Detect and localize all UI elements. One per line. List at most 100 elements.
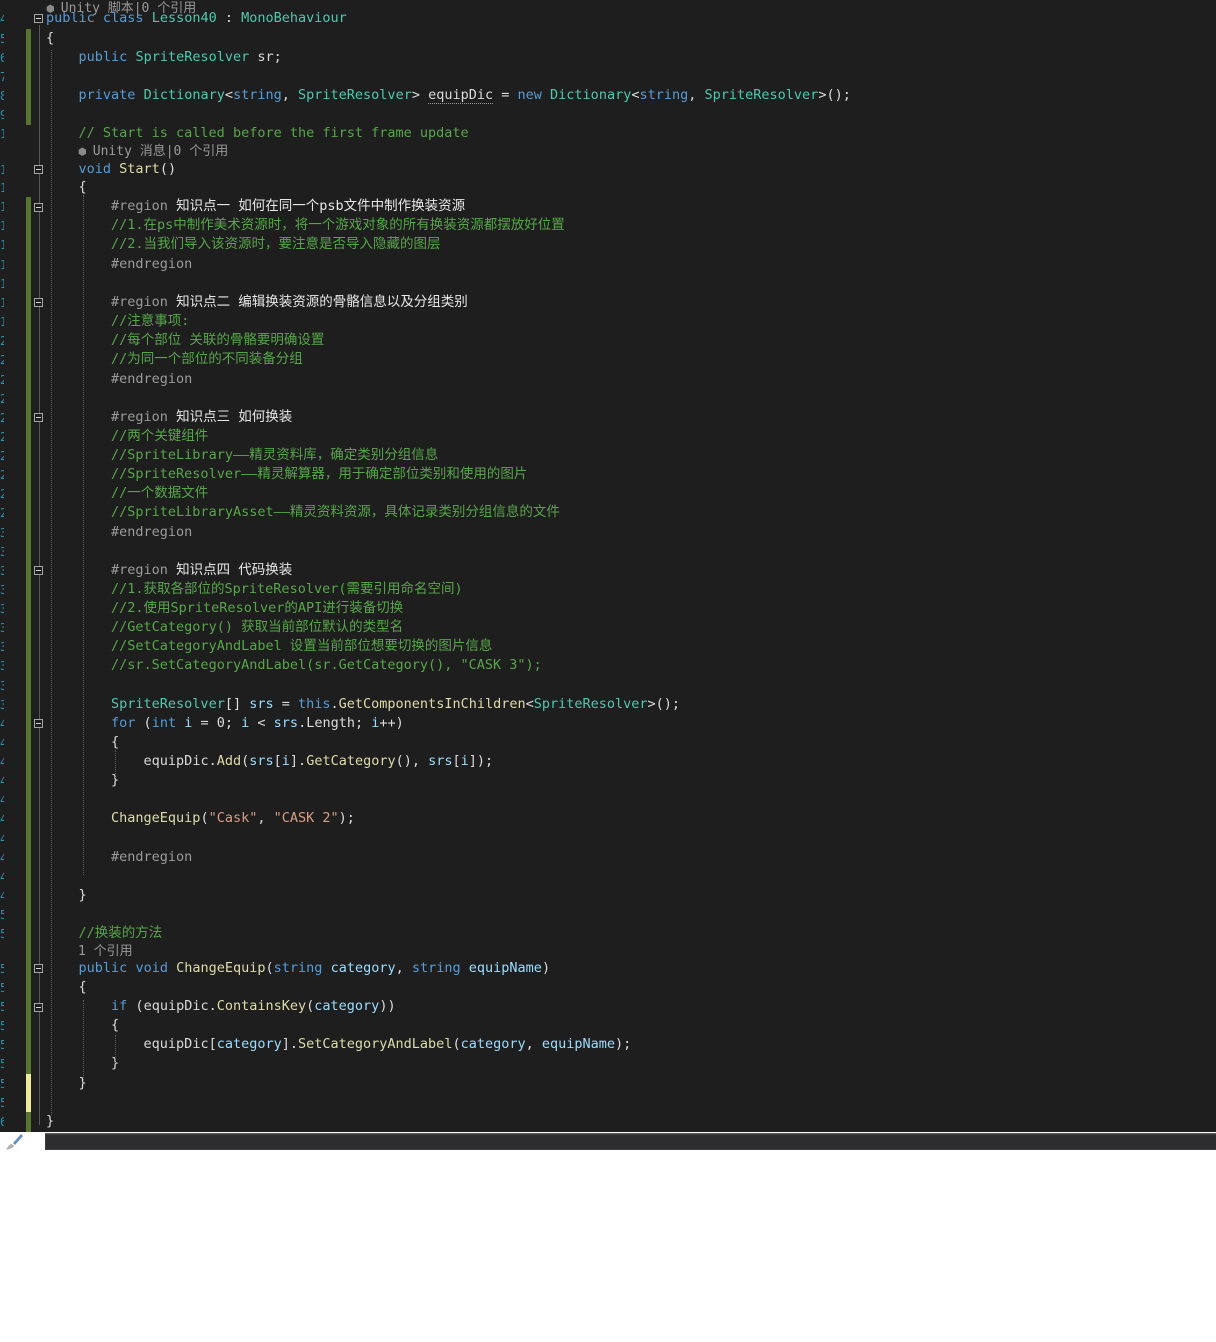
code-token: Start xyxy=(119,161,160,177)
line-number: 10 xyxy=(0,127,4,141)
line-number: 23 xyxy=(0,392,4,406)
code-token: ( xyxy=(127,998,144,1014)
code-token: void xyxy=(78,161,112,177)
code-token: class xyxy=(102,10,144,26)
code-line: { xyxy=(46,178,1216,196)
code-token: string xyxy=(232,87,282,103)
line-number: 17 xyxy=(0,277,4,291)
code-line: // Start is called before the first fram… xyxy=(46,124,1216,142)
code-token: sr xyxy=(257,49,274,65)
line-number: 54 xyxy=(0,1000,4,1014)
code-token: SetCategoryAndLabel xyxy=(298,1036,453,1052)
line-number: 13 xyxy=(0,200,4,214)
code-token: srs xyxy=(273,715,299,731)
horizontal-scrollbar[interactable] xyxy=(45,1133,1216,1150)
code-line: //注意事项: xyxy=(46,312,1216,330)
code-line: equipDic[category].SetCategoryAndLabel(c… xyxy=(46,1035,1216,1053)
line-number: 21 xyxy=(0,353,4,367)
line-number: 57 xyxy=(0,1057,4,1071)
code-token: ; xyxy=(273,49,282,65)
code-token: SpriteResolver xyxy=(135,49,250,65)
line-number: 56 xyxy=(0,1038,4,1052)
code-token: //SpriteLibraryAsset——精灵资料资源，具体记录类别分组信息的… xyxy=(111,504,560,520)
line-number: 29 xyxy=(0,506,4,520)
code-line: public void ChangeEquip(string category,… xyxy=(46,959,1216,977)
code-token: #region xyxy=(111,562,168,578)
line-number: 58 xyxy=(0,1077,4,1091)
code-token: ( xyxy=(200,810,209,826)
code-token: equipDic xyxy=(143,998,209,1014)
code-token: SpriteResolver xyxy=(298,87,412,103)
collapse-icon[interactable] xyxy=(34,566,43,575)
code-token: < xyxy=(249,715,274,731)
code-token: private xyxy=(78,87,136,103)
line-number: 48 xyxy=(0,870,4,884)
line-number: 60 xyxy=(0,1115,4,1129)
code-token: { xyxy=(46,179,87,195)
code-line: //SpriteLibrary——精灵资料库，确定类别分组信息 xyxy=(46,446,1216,464)
code-token: : xyxy=(216,10,242,26)
code-token: SpriteResolver xyxy=(533,696,648,712)
line-number: 15 xyxy=(0,238,4,252)
line-number: 49 xyxy=(0,889,4,903)
code-token: } xyxy=(46,887,87,903)
collapse-icon[interactable] xyxy=(34,413,43,422)
line-number: 43 xyxy=(0,774,4,788)
collapse-icon[interactable] xyxy=(34,1003,43,1012)
code-editor[interactable]: 4567891011121314151617181920212223242526… xyxy=(0,0,1216,1132)
code-line: //SpriteLibraryAsset——精灵资料资源，具体记录类别分组信息的… xyxy=(46,503,1216,521)
code-token: [ xyxy=(273,753,282,769)
code-line: } xyxy=(46,1074,1216,1092)
fold-outline xyxy=(39,175,40,885)
line-number: 12 xyxy=(0,181,4,195)
code-token: public xyxy=(46,10,95,26)
collapse-icon[interactable] xyxy=(34,165,43,174)
code-token: //SpriteResolver——精灵解算器，用于确定部位类别和使用的图片 xyxy=(111,466,528,482)
codelens-text[interactable]: 1 个引用 xyxy=(78,944,133,959)
code-line: //一个数据文件 xyxy=(46,484,1216,502)
code-line: //sr.SetCategoryAndLabel(sr.GetCategory(… xyxy=(46,656,1216,674)
code-token: srs xyxy=(428,753,453,769)
code-token: //sr.SetCategoryAndLabel(sr.GetCategory(… xyxy=(111,657,542,673)
code-line: //SetCategoryAndLabel 设置当前部位想要切换的图片信息 xyxy=(46,637,1216,655)
collapse-icon[interactable] xyxy=(34,14,43,23)
code-line: //1.在ps中制作美术资源时，将一个游戏对象的所有换装资源都摆放好位置 xyxy=(46,216,1216,234)
code-token: equipName xyxy=(541,1036,616,1052)
collapse-icon[interactable] xyxy=(34,203,43,212)
collapse-icon[interactable] xyxy=(34,964,43,973)
line-number: 44 xyxy=(0,793,4,807)
code-token: Add xyxy=(216,753,242,769)
code-line: { xyxy=(46,733,1216,751)
code-token: ( xyxy=(135,715,152,731)
codelens-text[interactable]: Unity 消息|0 个引用 xyxy=(93,144,228,159)
collapse-icon[interactable] xyxy=(34,298,43,307)
code-token: (), xyxy=(395,753,429,769)
code-token: ++) xyxy=(379,715,404,731)
code-token: . xyxy=(208,998,217,1014)
code-token: GetCategory xyxy=(306,753,396,769)
brush-icon[interactable] xyxy=(4,1132,24,1152)
code-token: [ xyxy=(208,1036,217,1052)
code-token: equipName xyxy=(468,960,542,976)
code-token: //GetCategory() 获取当前部位默认的类型名 xyxy=(111,619,404,635)
code-token: Dictionary xyxy=(143,87,225,103)
collapse-icon[interactable] xyxy=(34,719,43,728)
scrollbar-track[interactable] xyxy=(46,1135,1216,1149)
unity-cube-icon: ⬢ xyxy=(78,147,93,158)
code-token: // Start is called before the first fram… xyxy=(78,125,469,141)
line-number: 30 xyxy=(0,526,4,540)
line-number: 55 xyxy=(0,1019,4,1033)
line-number: 36 xyxy=(0,640,4,654)
